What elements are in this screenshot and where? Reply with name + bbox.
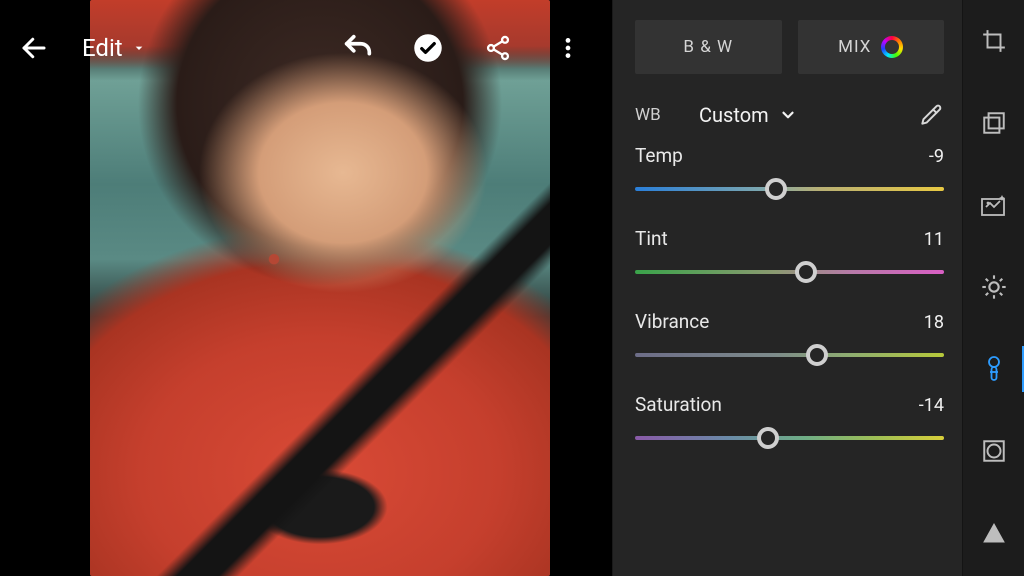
rail-presets-button[interactable] [963,82,1024,164]
slider-tint-track[interactable] [635,260,944,284]
rail-crop-button[interactable] [963,0,1024,82]
undo-button[interactable] [336,26,380,70]
slider-vibrance-label: Vibrance [635,310,709,333]
slider-tint-thumb[interactable] [795,261,817,283]
photo-viewport: Edit [0,0,612,576]
confirm-button[interactable] [406,26,450,70]
slider-tint-label: Tint [635,227,668,250]
slider-vibrance-gradient [635,353,944,357]
wb-preset-dropdown[interactable]: Custom [699,103,797,127]
edit-mode-label: Edit [82,34,123,62]
slider-temp-label: Temp [635,144,683,167]
tool-rail [962,0,1024,576]
slider-temp-thumb[interactable] [765,178,787,200]
color-adjust-panel: B & W MIX WB Custom Temp -9 [612,0,962,576]
tab-mix-label: MIX [838,37,871,57]
slider-saturation-thumb[interactable] [757,427,779,449]
slider-tint-gradient [635,270,944,274]
edit-mode-dropdown[interactable]: Edit [82,34,147,62]
slider-temp-track[interactable] [635,177,944,201]
wb-label: WB [635,105,699,125]
more-menu-button[interactable] [546,26,590,70]
color-mode-tabs: B & W MIX [635,0,944,100]
rail-detail-button[interactable] [963,492,1024,574]
tab-bw[interactable]: B & W [635,20,782,74]
slider-saturation-gradient [635,436,944,440]
tab-bw-label: B & W [683,37,733,57]
wb-eyedropper-button[interactable] [918,102,944,128]
back-button[interactable] [12,26,56,70]
tab-mix[interactable]: MIX [798,20,945,74]
slider-temp: Temp -9 [635,136,944,219]
slider-saturation-label: Saturation [635,393,722,416]
rail-light-button[interactable] [963,246,1024,328]
rail-color-button[interactable] [963,328,1024,410]
white-balance-row: WB Custom [635,100,944,136]
slider-temp-value: -9 [929,146,944,167]
slider-tint: Tint 11 [635,219,944,302]
slider-vibrance-track[interactable] [635,343,944,367]
chevron-down-icon [779,106,797,124]
slider-tint-value: 11 [924,229,944,250]
slider-temp-gradient [635,187,944,191]
rail-effects-button[interactable] [963,410,1024,492]
slider-saturation: Saturation -14 [635,385,944,468]
slider-vibrance-thumb[interactable] [806,344,828,366]
rail-auto-button[interactable] [963,164,1024,246]
slider-vibrance-value: 18 [924,312,944,333]
slider-vibrance: Vibrance 18 [635,302,944,385]
slider-saturation-track[interactable] [635,426,944,450]
share-button[interactable] [476,26,520,70]
color-wheel-icon [881,36,903,58]
slider-saturation-value: -14 [919,395,944,416]
wb-preset-value: Custom [699,103,769,127]
chevron-down-icon [131,40,147,56]
editor-top-bar: Edit [0,0,612,96]
